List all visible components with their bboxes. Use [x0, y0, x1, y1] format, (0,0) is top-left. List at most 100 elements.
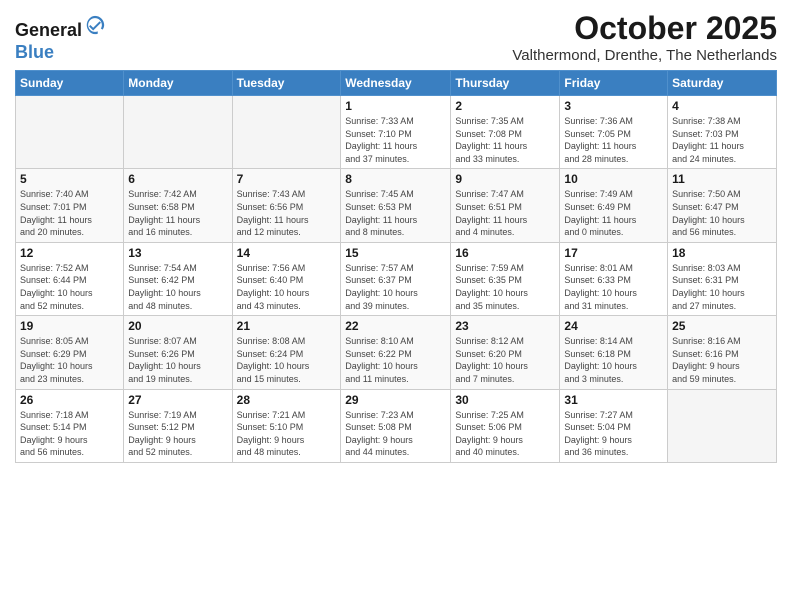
month-title: October 2025 — [512, 10, 777, 47]
day-number: 17 — [564, 246, 663, 260]
calendar-cell: 13 Sunrise: 7:54 AM Sunset: 6:42 PM Dayli… — [124, 242, 232, 315]
day-number: 28 — [237, 393, 337, 407]
calendar-cell: 8 Sunrise: 7:45 AM Sunset: 6:53 PM Daylig… — [341, 169, 451, 242]
calendar-cell: 4Sunrise: 7:38 AM Sunset: 7:03 PM Daylig… — [668, 96, 777, 169]
calendar-cell: 2 Sunrise: 7:35 AM Sunset: 7:08 PM Daylig… — [451, 96, 560, 169]
day-number: 1 — [345, 99, 446, 113]
day-info: Sunrise: 7:49 AM Sunset: 6:49 PM Dayligh… — [564, 188, 663, 238]
day-number: 18 — [672, 246, 772, 260]
calendar-cell: 25Sunrise: 8:16 AM Sunset: 6:16 PM Dayli… — [668, 316, 777, 389]
day-number: 10 — [564, 172, 663, 186]
day-number: 31 — [564, 393, 663, 407]
calendar-cell: 1 Sunrise: 7:33 AM Sunset: 7:10 PM Daylig… — [341, 96, 451, 169]
day-info: Sunrise: 7:21 AM Sunset: 5:10 PM Dayligh… — [237, 409, 337, 459]
calendar-cell: 31 Sunrise: 7:27 AM Sunset: 5:04 PM Dayli… — [560, 389, 668, 462]
calendar-cell: 20Sunrise: 8:07 AM Sunset: 6:26 PM Dayli… — [124, 316, 232, 389]
calendar-table: SundayMondayTuesdayWednesdayThursdayFrid… — [15, 70, 777, 463]
day-number: 26 — [20, 393, 119, 407]
calendar-cell: 28 Sunrise: 7:21 AM Sunset: 5:10 PM Dayli… — [232, 389, 341, 462]
day-info: Sunrise: 7:50 AM Sunset: 6:47 PM Dayligh… — [672, 188, 772, 238]
day-info: Sunrise: 7:25 AM Sunset: 5:06 PM Dayligh… — [455, 409, 555, 459]
day-number: 8 — [345, 172, 446, 186]
calendar-cell — [232, 96, 341, 169]
day-info: Sunrise: 8:05 AM Sunset: 6:29 PM Dayligh… — [20, 335, 119, 385]
calendar-cell: 16 Sunrise: 7:59 AM Sunset: 6:35 PM Dayli… — [451, 242, 560, 315]
weekday-header-tuesday: Tuesday — [232, 71, 341, 96]
weekday-header-saturday: Saturday — [668, 71, 777, 96]
calendar-cell: 18 Sunrise: 8:03 AM Sunset: 6:31 PM Dayli… — [668, 242, 777, 315]
calendar-row-5: 26Sunrise: 7:18 AM Sunset: 5:14 PM Dayli… — [16, 389, 777, 462]
day-info: Sunrise: 8:12 AM Sunset: 6:20 PM Dayligh… — [455, 335, 555, 385]
weekday-header-sunday: Sunday — [16, 71, 124, 96]
day-number: 27 — [128, 393, 227, 407]
day-info: Sunrise: 7:40 AM Sunset: 7:01 PM Dayligh… — [20, 188, 119, 238]
calendar-cell: 3 Sunrise: 7:36 AM Sunset: 7:05 PM Daylig… — [560, 96, 668, 169]
day-number: 13 — [128, 246, 227, 260]
day-number: 6 — [128, 172, 227, 186]
weekday-header-row: SundayMondayTuesdayWednesdayThursdayFrid… — [16, 71, 777, 96]
logo-text: General — [15, 14, 106, 42]
day-info: Sunrise: 7:36 AM Sunset: 7:05 PM Dayligh… — [564, 115, 663, 165]
day-number: 29 — [345, 393, 446, 407]
calendar-cell: 26Sunrise: 7:18 AM Sunset: 5:14 PM Dayli… — [16, 389, 124, 462]
calendar-row-1: 1 Sunrise: 7:33 AM Sunset: 7:10 PM Daylig… — [16, 96, 777, 169]
weekday-header-monday: Monday — [124, 71, 232, 96]
day-info: Sunrise: 7:54 AM Sunset: 6:42 PM Dayligh… — [128, 262, 227, 312]
calendar-cell: 9 Sunrise: 7:47 AM Sunset: 6:51 PM Daylig… — [451, 169, 560, 242]
logo-blue: Blue — [15, 42, 106, 64]
day-number: 11 — [672, 172, 772, 186]
day-number: 22 — [345, 319, 446, 333]
page-header: General Blue October 2025 Valthermond, D… — [15, 10, 777, 64]
weekday-header-friday: Friday — [560, 71, 668, 96]
day-number: 23 — [455, 319, 555, 333]
calendar-cell: 14Sunrise: 7:56 AM Sunset: 6:40 PM Dayli… — [232, 242, 341, 315]
calendar-cell — [124, 96, 232, 169]
day-info: Sunrise: 8:07 AM Sunset: 6:26 PM Dayligh… — [128, 335, 227, 385]
day-info: Sunrise: 7:56 AM Sunset: 6:40 PM Dayligh… — [237, 262, 337, 312]
day-info: Sunrise: 7:47 AM Sunset: 6:51 PM Dayligh… — [455, 188, 555, 238]
calendar-cell: 15 Sunrise: 7:57 AM Sunset: 6:37 PM Dayli… — [341, 242, 451, 315]
calendar-cell: 7Sunrise: 7:43 AM Sunset: 6:56 PM Daylig… — [232, 169, 341, 242]
day-number: 12 — [20, 246, 119, 260]
day-number: 3 — [564, 99, 663, 113]
day-number: 9 — [455, 172, 555, 186]
day-info: Sunrise: 7:33 AM Sunset: 7:10 PM Dayligh… — [345, 115, 446, 165]
calendar-cell: 5Sunrise: 7:40 AM Sunset: 7:01 PM Daylig… — [16, 169, 124, 242]
calendar-cell: 30 Sunrise: 7:25 AM Sunset: 5:06 PM Dayli… — [451, 389, 560, 462]
day-info: Sunrise: 7:23 AM Sunset: 5:08 PM Dayligh… — [345, 409, 446, 459]
calendar-cell — [16, 96, 124, 169]
day-info: Sunrise: 7:38 AM Sunset: 7:03 PM Dayligh… — [672, 115, 772, 165]
day-info: Sunrise: 8:14 AM Sunset: 6:18 PM Dayligh… — [564, 335, 663, 385]
calendar-cell: 29 Sunrise: 7:23 AM Sunset: 5:08 PM Dayli… — [341, 389, 451, 462]
day-info: Sunrise: 8:10 AM Sunset: 6:22 PM Dayligh… — [345, 335, 446, 385]
calendar-cell: 27 Sunrise: 7:19 AM Sunset: 5:12 PM Dayli… — [124, 389, 232, 462]
calendar-cell: 23 Sunrise: 8:12 AM Sunset: 6:20 PM Dayli… — [451, 316, 560, 389]
calendar-cell: 19 Sunrise: 8:05 AM Sunset: 6:29 PM Dayli… — [16, 316, 124, 389]
day-info: Sunrise: 8:03 AM Sunset: 6:31 PM Dayligh… — [672, 262, 772, 312]
day-number: 2 — [455, 99, 555, 113]
calendar-cell — [668, 389, 777, 462]
location-subtitle: Valthermond, Drenthe, The Netherlands — [512, 47, 777, 64]
weekday-header-wednesday: Wednesday — [341, 71, 451, 96]
day-info: Sunrise: 7:19 AM Sunset: 5:12 PM Dayligh… — [128, 409, 227, 459]
calendar-cell: 12Sunrise: 7:52 AM Sunset: 6:44 PM Dayli… — [16, 242, 124, 315]
calendar-cell: 17Sunrise: 8:01 AM Sunset: 6:33 PM Dayli… — [560, 242, 668, 315]
day-info: Sunrise: 7:27 AM Sunset: 5:04 PM Dayligh… — [564, 409, 663, 459]
day-number: 15 — [345, 246, 446, 260]
day-info: Sunrise: 8:16 AM Sunset: 6:16 PM Dayligh… — [672, 335, 772, 385]
day-info: Sunrise: 7:42 AM Sunset: 6:58 PM Dayligh… — [128, 188, 227, 238]
day-info: Sunrise: 7:45 AM Sunset: 6:53 PM Dayligh… — [345, 188, 446, 238]
day-info: Sunrise: 7:57 AM Sunset: 6:37 PM Dayligh… — [345, 262, 446, 312]
day-number: 24 — [564, 319, 663, 333]
logo: General Blue — [15, 14, 106, 63]
calendar-cell: 22 Sunrise: 8:10 AM Sunset: 6:22 PM Dayli… — [341, 316, 451, 389]
day-number: 21 — [237, 319, 337, 333]
calendar-cell: 11 Sunrise: 7:50 AM Sunset: 6:47 PM Dayli… — [668, 169, 777, 242]
day-number: 16 — [455, 246, 555, 260]
day-number: 7 — [237, 172, 337, 186]
day-info: Sunrise: 7:35 AM Sunset: 7:08 PM Dayligh… — [455, 115, 555, 165]
day-number: 30 — [455, 393, 555, 407]
day-info: Sunrise: 7:59 AM Sunset: 6:35 PM Dayligh… — [455, 262, 555, 312]
calendar-row-2: 5Sunrise: 7:40 AM Sunset: 7:01 PM Daylig… — [16, 169, 777, 242]
day-number: 19 — [20, 319, 119, 333]
